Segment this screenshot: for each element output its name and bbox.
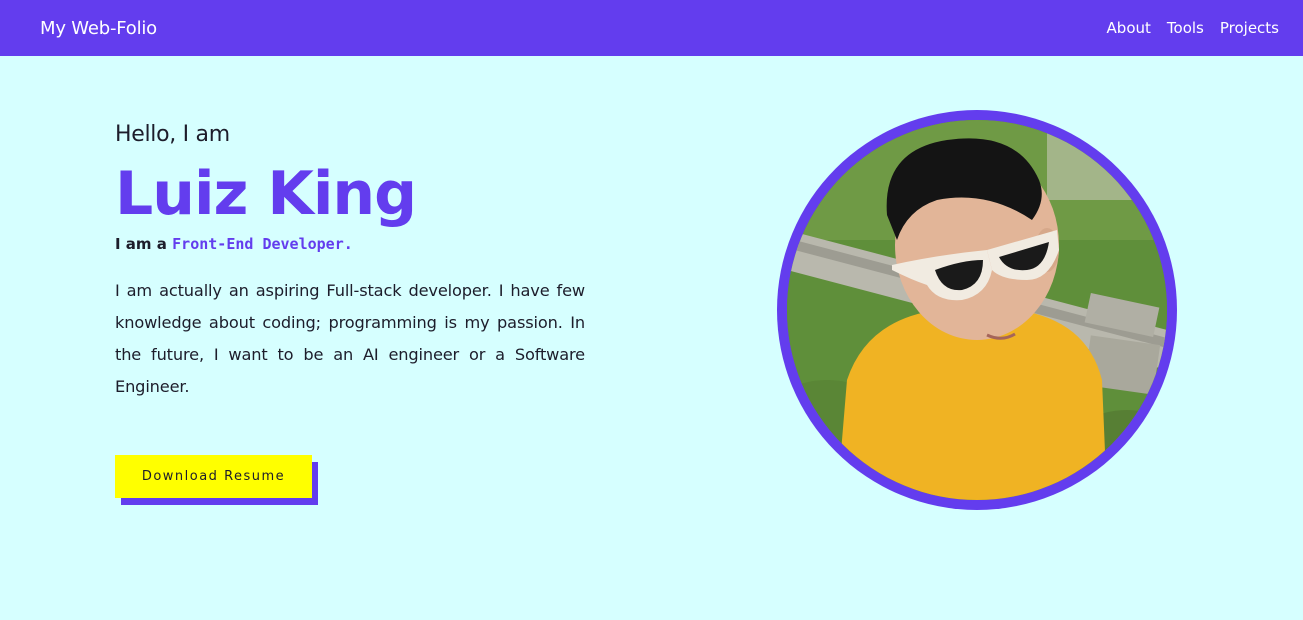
nav-links: About Tools Projects [1107, 19, 1279, 37]
profile-photo-frame [777, 110, 1177, 510]
role-prefix: I am a [115, 235, 167, 253]
greeting: Hello, I am [115, 122, 230, 147]
bio-paragraph: I am actually an aspiring Full-stack dev… [115, 281, 585, 396]
nav-link-projects[interactable]: Projects [1220, 19, 1279, 37]
nav-link-about[interactable]: About [1107, 19, 1151, 37]
hero-intro: Hello, I am Luiz King I am a Front-End D… [115, 122, 585, 505]
role-title: Front-End Developer. [172, 235, 353, 253]
profile-photo-illustration [787, 120, 1167, 500]
nav-link-tools[interactable]: Tools [1167, 19, 1204, 37]
profile-photo [787, 120, 1167, 500]
hero-name: Luiz King [115, 159, 417, 229]
download-resume-wrapper: Download Resume [115, 455, 318, 505]
download-resume-button[interactable]: Download Resume [115, 455, 312, 498]
navbar: My Web-Folio About Tools Projects [0, 0, 1303, 56]
brand-link[interactable]: My Web-Folio [40, 18, 157, 39]
role-line: I am a Front-End Developer. [115, 235, 585, 253]
